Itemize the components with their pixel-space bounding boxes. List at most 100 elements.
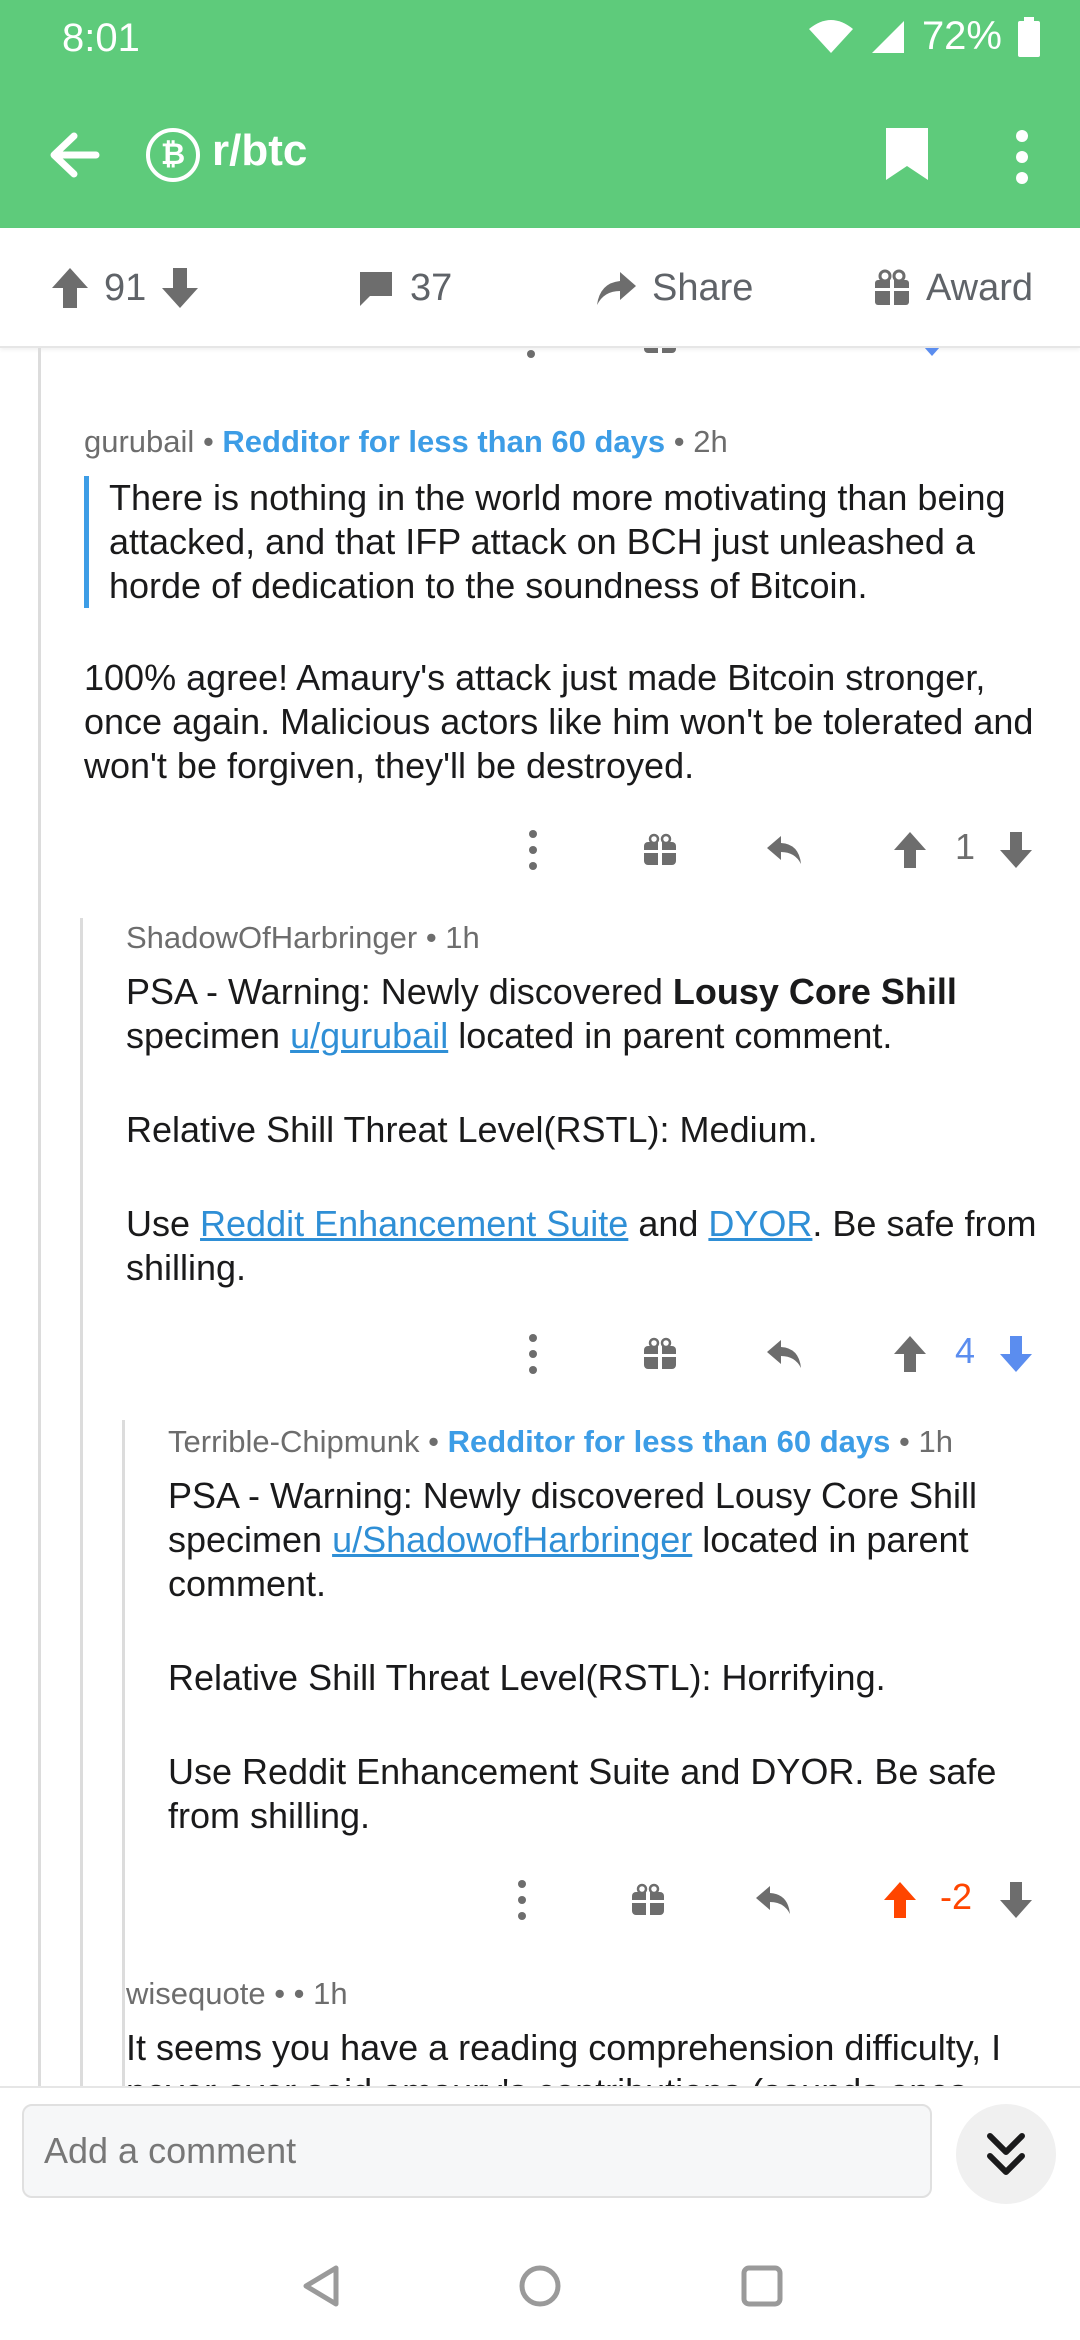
- gift-icon[interactable]: [630, 348, 690, 368]
- comment-reply-button[interactable]: [755, 1324, 815, 1384]
- subreddit-name[interactable]: r/btc: [212, 126, 307, 176]
- award-button[interactable]: Award: [872, 258, 1033, 318]
- comment-award-button[interactable]: [630, 820, 690, 880]
- comment-more-button[interactable]: [503, 1324, 563, 1384]
- comment-score: 4: [955, 1330, 976, 1371]
- more-vertical-icon: [518, 1880, 526, 1920]
- status-icons: 72%: [808, 14, 1040, 59]
- comment-icon: [360, 272, 392, 306]
- comments-button[interactable]: 37: [356, 258, 452, 318]
- meta-separator: •: [428, 1424, 448, 1459]
- meta-separator: •: [673, 424, 694, 459]
- toolbar: ₿ r/btc: [0, 100, 1080, 210]
- share-button[interactable]: Share: [594, 258, 753, 318]
- square-recents-icon: [741, 2265, 783, 2307]
- post-action-bar: 91 37 Share Award: [0, 228, 1080, 348]
- add-comment-input[interactable]: Add a comment: [22, 2104, 932, 2198]
- user-flair: Redditor for less than 60 days: [447, 1424, 891, 1459]
- back-button[interactable]: [40, 120, 110, 190]
- comment-author[interactable]: gurubail: [84, 424, 194, 459]
- comment-downvote-button[interactable]: [986, 820, 1046, 880]
- comment-award-button[interactable]: [618, 1870, 678, 1930]
- comment-award-button[interactable]: [630, 1324, 690, 1384]
- post-score: 91: [104, 266, 147, 309]
- thread-line[interactable]: [80, 918, 83, 2086]
- comment-reply-button[interactable]: [744, 1870, 804, 1930]
- comment-meta: gurubail • Redditor for less than 60 day…: [84, 424, 728, 460]
- res-link[interactable]: Reddit Enhancement Suite: [200, 1203, 628, 1244]
- gift-icon: [632, 1883, 664, 1915]
- comment-score: -2: [940, 1876, 973, 1917]
- meta-separator: • •: [274, 1976, 314, 2011]
- downvote-icon[interactable]: [902, 348, 962, 368]
- comment-more-button[interactable]: [503, 820, 563, 880]
- dyor-link[interactable]: DYOR: [708, 1203, 812, 1244]
- comment-author[interactable]: ShadowOfHarbringer: [126, 920, 417, 955]
- user-flair: Redditor for less than 60 days: [222, 424, 666, 459]
- comment-author[interactable]: wisequote: [126, 1976, 266, 2011]
- bookmark-icon: [886, 128, 928, 180]
- comment-time: 1h: [918, 1424, 953, 1459]
- comment-time: 2h: [693, 424, 728, 459]
- user-link[interactable]: u/gurubail: [290, 1015, 448, 1056]
- reply-icon: [767, 1340, 801, 1368]
- comment-score: 1: [955, 826, 976, 867]
- more-options-button[interactable]: [1000, 122, 1044, 192]
- comment-text: It seems you have a reading comprehensio…: [126, 2027, 1002, 2086]
- thread-line[interactable]: [38, 348, 41, 2086]
- text-run: Use: [126, 1203, 201, 1244]
- battery-level: 72%: [921, 14, 1002, 58]
- comment-actions: -2: [500, 1870, 1060, 1930]
- meta-separator: •: [202, 424, 223, 459]
- subreddit-icon[interactable]: ₿: [146, 128, 200, 182]
- status-time: 8:01: [62, 16, 140, 60]
- comment-paragraph: Use Reddit Enhancement Suite and DYOR. B…: [126, 1202, 1046, 1290]
- upvote-icon: [884, 1882, 916, 1918]
- award-label: Award: [926, 266, 1034, 309]
- comment-upvote-button[interactable]: [880, 820, 940, 880]
- more-options-icon[interactable]: [501, 348, 561, 368]
- comment-body: It seems you have a reading comprehensio…: [126, 2026, 1046, 2086]
- comment-actions: 1: [500, 820, 1060, 880]
- thread-line[interactable]: [122, 1420, 125, 2086]
- nav-home-button[interactable]: [510, 2256, 570, 2316]
- text-run: located in parent comment.: [448, 1015, 893, 1056]
- text-run: and: [628, 1203, 709, 1244]
- comment-paragraph: Use Reddit Enhancement Suite and DYOR. B…: [168, 1751, 997, 1836]
- comment-paragraph: PSA - Warning: Newly discovered Lousy Co…: [126, 970, 1046, 1058]
- nav-recents-button[interactable]: [732, 2256, 792, 2316]
- gift-icon: [644, 833, 676, 865]
- comment-author[interactable]: Terrible-Chipmunk: [168, 1424, 420, 1459]
- comment-reply-button[interactable]: [755, 820, 815, 880]
- comment-more-button[interactable]: [492, 1870, 552, 1930]
- meta-separator: •: [898, 1424, 919, 1459]
- user-link[interactable]: u/ShadowofHarbringer: [332, 1519, 692, 1560]
- comment-thread[interactable]: gurubail • Redditor for less than 60 day…: [0, 348, 1080, 2086]
- comment-actions-partial: [500, 348, 1060, 368]
- block-quote: There is nothing in the world more motiv…: [84, 476, 1044, 608]
- reply-icon: [756, 1886, 790, 1914]
- upvote-icon[interactable]: [50, 266, 90, 310]
- downvote-icon[interactable]: [160, 266, 200, 310]
- comment-meta: Terrible-Chipmunk • Redditor for less th…: [168, 1424, 953, 1460]
- comment-upvote-button[interactable]: [880, 1324, 940, 1384]
- system-nav-bar: [0, 2226, 1080, 2340]
- meta-separator: •: [425, 920, 446, 955]
- text-run: PSA - Warning: Newly discovered: [126, 971, 673, 1012]
- signal-icon: [871, 20, 904, 53]
- nav-back-button[interactable]: [292, 2256, 352, 2316]
- collapse-threads-button[interactable]: [956, 2104, 1056, 2204]
- bookmark-button[interactable]: [882, 124, 942, 194]
- app-header: 8:01 72% ₿ r/btc: [0, 0, 1080, 228]
- post-vote: 91: [50, 258, 200, 318]
- comment-actions: 4: [500, 1324, 1060, 1384]
- comment-downvote-button[interactable]: [986, 1324, 1046, 1384]
- downvote-icon: [1000, 1882, 1032, 1918]
- bold-text: Lousy Core Shill: [672, 971, 957, 1012]
- downvote-icon: [1000, 832, 1032, 868]
- comment-upvote-button[interactable]: [870, 1870, 930, 1930]
- status-bar: 8:01 72%: [0, 0, 1080, 80]
- comment-paragraph: Relative Shill Threat Level(RSTL): Mediu…: [126, 1109, 818, 1150]
- comment-downvote-button[interactable]: [986, 1870, 1046, 1930]
- comment-time: 1h: [313, 1976, 348, 2011]
